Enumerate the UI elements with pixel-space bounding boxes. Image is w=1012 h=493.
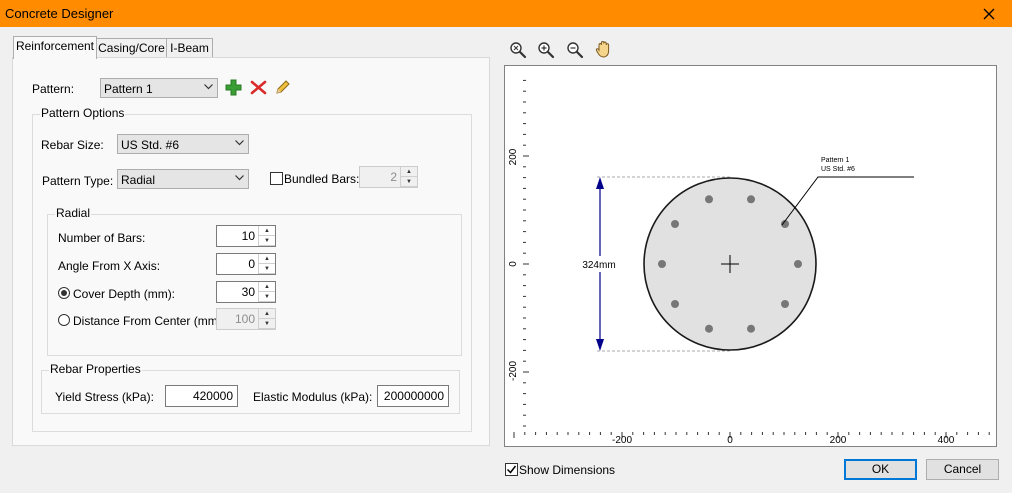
number-of-bars-value: 10 — [241, 229, 255, 243]
spinner-buttons[interactable]: ▲ ▼ — [400, 167, 417, 187]
bundled-bars-label: Bundled Bars: — [284, 172, 360, 186]
rebar-size-label: Rebar Size: — [41, 138, 104, 152]
spinner-buttons[interactable]: ▲ ▼ — [258, 254, 275, 274]
cover-depth-spinner[interactable]: 30 ▲ ▼ — [216, 281, 276, 303]
elastic-modulus-label: Elastic Modulus (kPa): — [253, 390, 373, 404]
chevron-up-icon[interactable]: ▲ — [259, 254, 275, 264]
x-tick-label: 200 — [830, 435, 847, 446]
chevron-up-icon[interactable]: ▲ — [259, 226, 275, 236]
add-pattern-icon[interactable] — [225, 79, 242, 96]
elastic-modulus-input[interactable]: 200000000 — [377, 385, 449, 407]
section-plot[interactable]: -200 0 200 400 200 0 -200 324mm Pattern … — [504, 65, 997, 447]
pan-hand-icon[interactable] — [595, 40, 613, 59]
chevron-up-icon[interactable]: ▲ — [259, 282, 275, 292]
bundled-bars-value: 2 — [390, 170, 397, 184]
rebar — [747, 324, 755, 333]
rebar-size-select[interactable]: US Std. #6 — [117, 134, 249, 154]
bundled-bars-spinner[interactable]: 2 ▲ ▼ — [359, 166, 418, 188]
chevron-down-icon[interactable]: ▼ — [401, 177, 417, 187]
tab-casing-core[interactable]: Casing/Core — [96, 38, 167, 58]
chevron-up-icon[interactable]: ▲ — [401, 167, 417, 177]
pattern-select-value: Pattern 1 — [104, 82, 153, 96]
cancel-button[interactable]: Cancel — [926, 459, 999, 480]
number-of-bars-label: Number of Bars: — [58, 231, 146, 245]
zoom-extents-icon[interactable] — [509, 41, 527, 59]
distance-from-center-radio[interactable] — [58, 314, 70, 326]
distance-from-center-value: 100 — [234, 312, 255, 326]
tab-i-beam[interactable]: I-Beam — [166, 38, 213, 58]
yield-stress-input[interactable]: 420000 — [165, 385, 238, 407]
yield-stress-value: 420000 — [192, 389, 233, 403]
show-dimensions-checkbox[interactable] — [505, 463, 518, 476]
rebar — [747, 195, 755, 204]
x-tick-label: 400 — [938, 435, 955, 446]
radial-title: Radial — [55, 206, 92, 220]
checkmark-icon — [506, 465, 517, 474]
cover-depth-radio[interactable] — [58, 287, 70, 299]
title-bar: Concrete Designer — [0, 0, 1012, 27]
spinner-buttons[interactable]: ▲ ▼ — [258, 282, 275, 302]
rebar — [658, 260, 666, 268]
rebar-properties-title: Rebar Properties — [49, 362, 142, 376]
pattern-select[interactable]: Pattern 1 — [100, 78, 218, 98]
distance-from-center-label: Distance From Center (mm): — [73, 314, 226, 328]
callout-rebar-size: US Std. #6 — [821, 166, 855, 173]
y-tick-label: -200 — [508, 361, 519, 381]
rebar — [781, 300, 789, 308]
chevron-down-icon — [235, 140, 244, 146]
cover-depth-label: Cover Depth (mm): — [73, 287, 176, 301]
rebar — [671, 220, 679, 228]
rebar — [794, 260, 802, 268]
pattern-type-value: Radial — [121, 173, 156, 187]
chevron-down-icon — [204, 84, 213, 90]
chevron-down-icon[interactable]: ▼ — [259, 292, 275, 302]
pattern-label: Pattern: — [32, 82, 75, 96]
bundled-bars-checkbox[interactable] — [270, 172, 283, 185]
cover-depth-value: 30 — [241, 285, 255, 299]
rebar — [705, 324, 713, 333]
rebar — [671, 300, 679, 308]
zoom-out-icon[interactable] — [566, 41, 584, 59]
y-tick-label: 0 — [508, 261, 519, 267]
angle-spinner[interactable]: 0 ▲ ▼ — [216, 253, 276, 275]
chevron-down-icon — [235, 175, 244, 181]
dimension-arrow-bottom — [596, 339, 604, 351]
spinner-buttons[interactable]: ▲ ▼ — [258, 226, 275, 246]
close-button[interactable] — [966, 0, 1012, 27]
tab-reinforcement[interactable]: Reinforcement — [13, 36, 97, 59]
chevron-down-icon[interactable]: ▼ — [259, 264, 275, 274]
chevron-down-icon[interactable]: ▼ — [259, 236, 275, 246]
chevron-down-icon[interactable]: ▼ — [259, 319, 275, 329]
close-icon — [983, 8, 995, 19]
edit-pattern-icon[interactable] — [274, 79, 291, 96]
delete-pattern-icon[interactable] — [250, 79, 267, 96]
pattern-options-title: Pattern Options — [40, 106, 126, 120]
ok-button[interactable]: OK — [844, 459, 917, 480]
x-tick-label: -200 — [612, 435, 632, 446]
show-dimensions-label: Show Dimensions — [519, 463, 616, 477]
window-title: Concrete Designer — [5, 6, 114, 21]
callout-pattern-name: Pattern 1 — [821, 157, 850, 164]
chevron-up-icon[interactable]: ▲ — [259, 309, 275, 319]
elastic-modulus-value: 200000000 — [383, 389, 444, 403]
section-plot-canvas: -200 0 200 400 200 0 -200 324mm Pattern … — [508, 79, 990, 446]
rebar — [705, 195, 713, 204]
angle-label: Angle From X Axis: — [58, 259, 161, 273]
distance-from-center-spinner[interactable]: 100 ▲ ▼ — [216, 308, 276, 330]
dimension-arrow-top — [596, 177, 604, 189]
spinner-buttons[interactable]: ▲ ▼ — [258, 309, 275, 329]
number-of-bars-spinner[interactable]: 10 ▲ ▼ — [216, 225, 276, 247]
pattern-type-select[interactable]: Radial — [117, 169, 249, 189]
y-tick-label: 200 — [508, 148, 519, 165]
x-tick-label: 0 — [727, 435, 733, 446]
rebar-size-value: US Std. #6 — [121, 138, 180, 152]
zoom-in-icon[interactable] — [537, 41, 555, 59]
yield-stress-label: Yield Stress (kPa): — [55, 390, 154, 404]
dimension-label: 324mm — [582, 260, 615, 271]
angle-value: 0 — [248, 257, 255, 271]
pattern-type-label: Pattern Type: — [42, 174, 114, 188]
